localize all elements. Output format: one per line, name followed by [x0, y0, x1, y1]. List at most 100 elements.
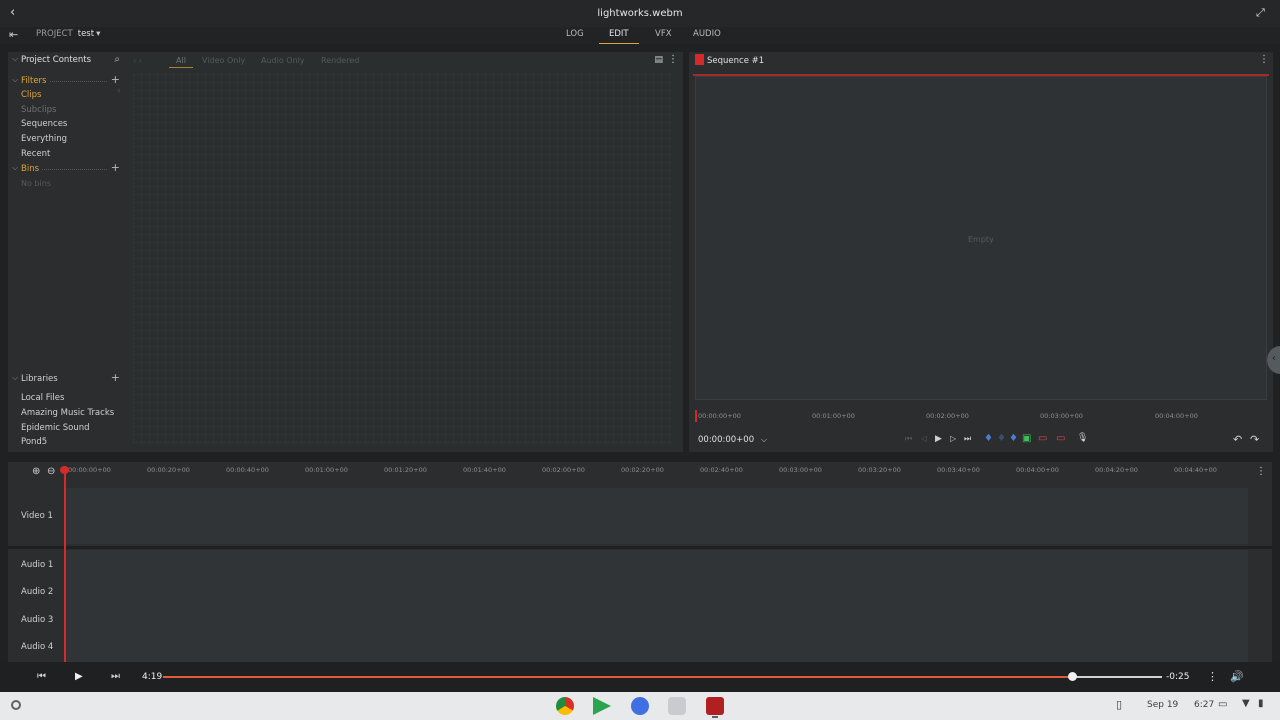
exit-project-icon[interactable]: ⇤ — [9, 28, 18, 41]
filters-label: Filters — [21, 76, 47, 86]
next-icon[interactable]: ⏭ — [111, 671, 120, 682]
chevron-down-icon[interactable]: ⌵ — [12, 75, 18, 85]
add-cue-icon[interactable]: ▣ — [1022, 433, 1031, 444]
chevron-down-icon: ▾ — [96, 29, 101, 39]
libraries-header[interactable]: ⌵ Libraries + — [8, 371, 125, 386]
filter-tab-audio-only[interactable]: Audio Only — [261, 56, 305, 65]
track-label[interactable]: Video 1 — [21, 511, 53, 521]
app-topbar: ⇤ PROJECT test ▾ LOG EDIT VFX AUDIO — [0, 27, 1280, 44]
filter-tab-video-only[interactable]: Video Only — [202, 56, 245, 65]
library-item-epidemic-sound[interactable]: Epidemic Sound — [21, 423, 90, 433]
undo-icon[interactable]: ↶ — [1233, 433, 1242, 446]
filter-item-everything[interactable]: Everything — [21, 134, 67, 144]
more-options-icon[interactable]: ⋮ — [1207, 670, 1218, 683]
chevron-down-icon[interactable]: ⌵ — [761, 435, 767, 445]
window-titlebar: ‹ lightworks.webm ⤢ — [0, 0, 1280, 27]
project-label: PROJECT — [36, 29, 73, 39]
filters-header[interactable]: ⌵ Filters + — [8, 73, 125, 88]
zoom-in-icon[interactable]: ⊕ — [32, 466, 40, 477]
track-body[interactable] — [64, 550, 1248, 662]
shelf-date[interactable]: Sep 19 — [1147, 700, 1178, 710]
ruler-tick: 00:03:00+00 — [1040, 412, 1083, 420]
filter-item-clips[interactable]: Clips — [21, 90, 41, 100]
redo-icon[interactable]: ↷ — [1250, 433, 1259, 446]
insert-icon[interactable]: ▭ — [1056, 433, 1065, 444]
add-library-icon[interactable]: + — [111, 371, 120, 384]
shelf-time[interactable]: 6:27 — [1194, 700, 1214, 710]
track-body[interactable] — [64, 488, 1248, 544]
play-store-icon[interactable] — [593, 697, 611, 715]
mark-out-icon[interactable]: ♦ — [997, 433, 1006, 444]
track-label[interactable]: Audio 3 — [21, 615, 53, 625]
chrome-icon[interactable] — [556, 697, 574, 715]
files-icon[interactable] — [668, 697, 686, 715]
no-bins-text: No bins — [21, 179, 51, 188]
filter-item-subclips[interactable]: Subclips — [21, 105, 56, 115]
ruler-tick: 00:02:00+00 — [926, 412, 969, 420]
library-item-amazing-music-tracks[interactable]: Amazing Music Tracks — [21, 408, 114, 418]
collapse-panel-icon[interactable]: ‹ — [117, 86, 121, 96]
volume-icon[interactable]: 🔊 — [1230, 670, 1244, 683]
launcher-icon[interactable] — [11, 700, 21, 710]
tab-log[interactable]: LOG — [566, 29, 584, 39]
view-toggle-icon[interactable]: ▤ — [654, 55, 663, 65]
more-options-icon[interactable]: ⋮ — [668, 54, 678, 65]
step-back-icon[interactable]: ◁ — [921, 434, 927, 443]
filter-tab-all[interactable]: All — [176, 56, 186, 65]
library-item-pond5[interactable]: Pond5 — [21, 437, 47, 447]
filter-tab-rendered[interactable]: Rendered — [321, 56, 359, 65]
chevron-down-icon[interactable]: ⌵ — [12, 373, 18, 383]
nav-back-icon[interactable]: ‹ › — [133, 56, 142, 65]
wifi-icon[interactable]: ▼ — [1242, 698, 1250, 709]
bins-header[interactable]: ⌵ Bins + — [8, 161, 125, 176]
viewer-playhead[interactable] — [695, 410, 697, 422]
filter-item-sequences[interactable]: Sequences — [21, 119, 67, 129]
chevron-down-icon[interactable]: ⌵ — [12, 163, 18, 173]
voiceover-mic-icon[interactable]: 🎙 — [1077, 433, 1088, 443]
timeline-ruler[interactable]: 00:00:00+00 00:00:20+00 00:00:40+00 00:0… — [64, 466, 1248, 480]
mark-clip-icon[interactable]: ♦ — [1009, 433, 1018, 444]
elapsed-time: 4:19 — [142, 672, 163, 682]
track-label[interactable]: Audio 4 — [21, 642, 53, 652]
zoom-out-icon[interactable]: ⊖ — [47, 466, 55, 477]
playhead-handle[interactable] — [60, 466, 69, 474]
tab-audio[interactable]: AUDIO — [693, 29, 721, 39]
phone-hub-icon[interactable]: ▯ — [1116, 698, 1122, 711]
project-contents-header: ⌵ Project Contents ⌕ — [8, 52, 125, 68]
replace-icon[interactable]: ▭ — [1038, 433, 1047, 444]
go-end-icon[interactable]: ⏭ — [964, 434, 971, 444]
lightworks-icon[interactable] — [706, 697, 724, 715]
mark-in-icon[interactable]: ♦ — [984, 433, 993, 444]
battery-icon[interactable]: ▮ — [1258, 698, 1264, 709]
bin-grid[interactable] — [133, 74, 673, 444]
play-icon[interactable]: ▶ — [935, 434, 942, 444]
more-options-icon[interactable]: ⋮ — [1256, 466, 1266, 477]
viewer-empty-text: Empty — [968, 235, 994, 244]
search-icon[interactable]: ⌕ — [114, 54, 120, 65]
go-start-icon[interactable]: ⏮ — [905, 434, 912, 444]
library-item-local-files[interactable]: Local Files — [21, 393, 64, 403]
track-label[interactable]: Audio 2 — [21, 587, 53, 597]
timecode-display[interactable]: 00:00:00+00 — [698, 435, 754, 445]
add-bin-icon[interactable]: + — [111, 161, 120, 174]
track-label[interactable]: Audio 1 — [21, 560, 53, 570]
viewer-ruler[interactable]: 00:00:00+00 00:01:00+00 00:02:00+00 00:0… — [695, 410, 1267, 422]
add-filter-icon[interactable]: + — [111, 73, 120, 86]
timeline-playhead[interactable] — [64, 466, 66, 662]
previous-icon[interactable]: ⏮ — [37, 671, 46, 682]
tab-edit[interactable]: EDIT — [609, 29, 629, 39]
screen-capture-icon[interactable]: ▭ — [1218, 699, 1227, 710]
chevron-down-icon[interactable]: ⌵ — [12, 54, 18, 64]
play-icon[interactable]: ▶ — [75, 671, 83, 682]
more-options-icon[interactable]: ⋮ — [1259, 54, 1269, 65]
messages-icon[interactable] — [631, 697, 649, 715]
project-selector[interactable]: PROJECT test ▾ — [36, 29, 100, 39]
active-tab-indicator — [599, 43, 639, 44]
viewer-screen[interactable]: Empty — [695, 76, 1267, 400]
tab-vfx[interactable]: VFX — [655, 29, 672, 39]
fullscreen-icon[interactable]: ⤢ — [1256, 6, 1270, 20]
filter-item-recent[interactable]: Recent — [21, 149, 50, 159]
progress-knob[interactable] — [1068, 672, 1078, 681]
track-separator[interactable] — [8, 546, 1272, 549]
step-forward-icon[interactable]: ▷ — [950, 434, 956, 443]
